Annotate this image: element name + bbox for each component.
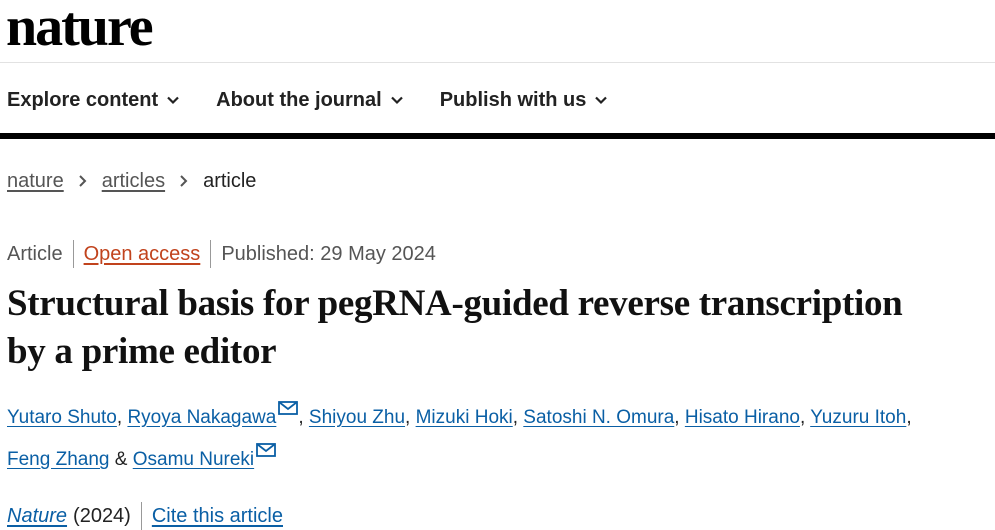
meta-divider xyxy=(72,240,74,268)
article-type: Article xyxy=(7,243,63,265)
meta-divider xyxy=(210,240,212,268)
chevron-down-icon xyxy=(595,96,608,105)
chevron-down-icon xyxy=(390,96,403,105)
author-separator: , xyxy=(512,407,519,428)
breadcrumb: nature articles article xyxy=(7,167,256,195)
nav-label: About the journal xyxy=(216,89,382,111)
header-divider xyxy=(0,62,995,63)
nav-label: Explore content xyxy=(7,89,159,111)
chevron-right-icon xyxy=(180,175,188,187)
nav-explore-content[interactable]: Explore content xyxy=(7,86,180,114)
nav-underline-bar xyxy=(0,133,995,139)
citation-line: Nature (2024) Cite this article xyxy=(7,502,283,530)
author-link[interactable]: Ryoya Nakagawa xyxy=(127,407,276,428)
publication-year: (2024) xyxy=(73,505,131,527)
journal-link[interactable]: Nature xyxy=(7,502,67,530)
article-title: Structural basis for pegRNA-guided rever… xyxy=(7,283,903,372)
breadcrumb-current: article xyxy=(203,170,257,192)
author-link[interactable]: Feng Zhang xyxy=(7,449,109,470)
open-access-link[interactable]: Open access xyxy=(84,240,201,268)
author-link[interactable]: Shiyou Zhu xyxy=(309,407,405,428)
nav-publish-with-us[interactable]: Publish with us xyxy=(440,86,609,114)
chevron-right-icon xyxy=(79,175,87,187)
author-list: Yutaro Shuto, Ryoya Nakagawa, Shiyou Zhu… xyxy=(7,397,992,481)
nature-logo[interactable]: nature xyxy=(6,0,154,58)
cite-this-article-link[interactable]: Cite this article xyxy=(152,502,283,530)
published-date: Published: 29 May 2024 xyxy=(221,243,436,265)
main-nav: Explore content About the journal Publis… xyxy=(7,86,644,114)
nav-about-the-journal[interactable]: About the journal xyxy=(216,86,404,114)
article-meta: Article Open access Published: 29 May 20… xyxy=(7,240,436,268)
author-separator: , xyxy=(674,407,680,428)
author-link[interactable]: Yutaro Shuto xyxy=(7,407,117,428)
breadcrumb-articles[interactable]: articles xyxy=(102,167,165,195)
chevron-down-icon xyxy=(167,96,179,105)
author-separator: , xyxy=(116,407,123,428)
author-link[interactable]: Osamu Nureki xyxy=(133,449,254,470)
nav-label: Publish with us xyxy=(439,89,587,111)
author-link[interactable]: Yuzuru Itoh xyxy=(810,407,906,428)
author-separator: , xyxy=(906,407,912,428)
citation-divider xyxy=(140,502,142,530)
mail-icon[interactable] xyxy=(256,443,277,457)
author-separator: , xyxy=(405,407,411,428)
author-link[interactable]: Mizuki Hoki xyxy=(416,407,513,428)
breadcrumb-nature[interactable]: nature xyxy=(7,167,64,195)
author-separator: , xyxy=(799,407,806,428)
author-conjunction: & xyxy=(114,449,128,470)
author-link[interactable]: Satoshi N. Omura xyxy=(523,407,674,428)
mail-icon[interactable] xyxy=(278,401,299,415)
author-link[interactable]: Hisato Hirano xyxy=(685,407,800,428)
author-separator: , xyxy=(298,407,304,428)
